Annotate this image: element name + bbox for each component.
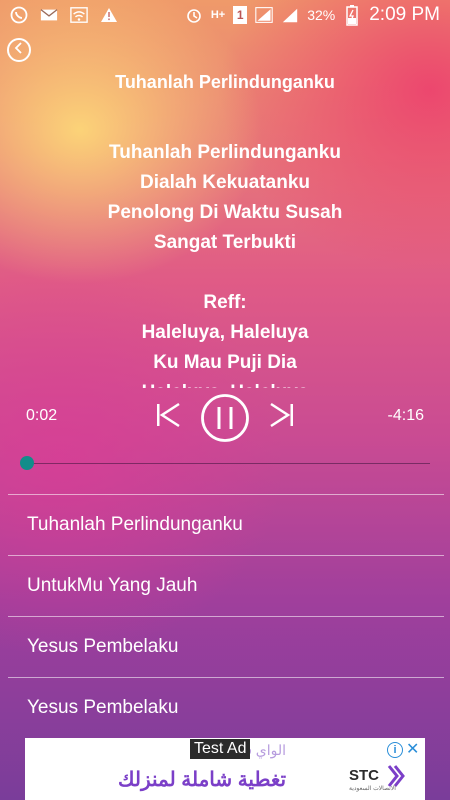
seek-bar[interactable] — [24, 463, 430, 464]
playlist-item-label: Yesus Pembelaku — [27, 697, 179, 718]
skip-previous-icon — [153, 402, 183, 434]
network-icon: H+ — [210, 8, 226, 21]
info-icon[interactable]: i — [387, 742, 403, 758]
lyrics-panel[interactable]: Tuhanlah Perlindunganku Dialah Kekuatanku… — [0, 138, 450, 388]
lyrics-line: Penolong Di Waktu Susah — [107, 202, 343, 223]
back-button[interactable] — [7, 38, 31, 62]
lyrics-line: Tuhanlah Perlindunganku — [109, 142, 341, 163]
status-bar: H+ 1 32% 2:09 PM — [0, 0, 450, 30]
remaining-time: -4:16 — [387, 407, 424, 424]
chevron-left-icon — [14, 41, 24, 59]
sim-icon: 1 — [233, 6, 248, 24]
stc-logo: STC الاتصالات السعودية — [345, 762, 411, 794]
pause-button[interactable] — [200, 393, 250, 443]
playlist-item[interactable]: Tuhanlah Perlindunganku — [0, 495, 450, 555]
whatsapp-icon — [10, 6, 28, 24]
network-type-label: H+ — [210, 8, 226, 21]
close-icon[interactable]: ✕ — [406, 739, 419, 759]
status-clock: 2:09 PM — [369, 4, 440, 25]
playlist-item-label: Yesus Pembelaku — [27, 636, 179, 657]
mail-icon — [40, 6, 58, 24]
lyrics-line: Reff: — [203, 292, 247, 313]
signal-icon — [255, 6, 273, 24]
warning-icon — [100, 6, 118, 24]
lyrics-line: Ku Mau Puji Dia — [153, 352, 297, 373]
battery-percent: 32% — [307, 7, 336, 23]
battery-icon — [343, 5, 361, 26]
lyrics-line: Sangat Terbukti — [153, 232, 297, 253]
sim-slot-label: 1 — [236, 8, 244, 22]
ad-text-line2: تغطية شاملة لمنزلك — [118, 769, 287, 791]
playlist-item[interactable]: Yesus Pembelaku — [0, 678, 450, 738]
lyrics-line: Dialah Kekuatanku — [140, 172, 310, 193]
ad-brand: STC — [349, 767, 379, 784]
skip-next-icon — [267, 402, 297, 434]
lyrics-line: Haleluya, Haleluya — [0, 378, 450, 388]
playlist-item[interactable]: UntukMu Yang Jauh — [0, 556, 450, 616]
seek-thumb[interactable] — [20, 456, 35, 470]
playlist-item-label: Tuhanlah Perlindunganku — [27, 514, 243, 535]
lyrics-blank-line — [0, 258, 450, 288]
lyrics-line: Haleluya, Haleluya — [141, 322, 309, 343]
signal-icon-2 — [281, 6, 299, 24]
lyrics-text: Tuhanlah Perlindunganku Dialah Kekuatanku… — [0, 138, 450, 388]
wifi-icon — [70, 6, 88, 24]
pause-icon — [200, 394, 250, 447]
ad-label: Test Ad — [190, 739, 251, 759]
previous-button[interactable] — [153, 400, 183, 430]
playlist-item-label: UntukMu Yang Jauh — [27, 575, 198, 596]
alarm-icon — [185, 6, 203, 24]
song-title: Tuhanlah Perlindunganku — [115, 72, 335, 92]
next-button[interactable] — [267, 400, 297, 430]
ad-brand-sub: الاتصالات السعودية — [349, 785, 396, 792]
playlist-item[interactable]: Yesus Pembelaku — [0, 617, 450, 677]
playlist: Tuhanlah Perlindunganku UntukMu Yang Jau… — [0, 494, 450, 738]
elapsed-time: 0:02 — [26, 407, 58, 424]
